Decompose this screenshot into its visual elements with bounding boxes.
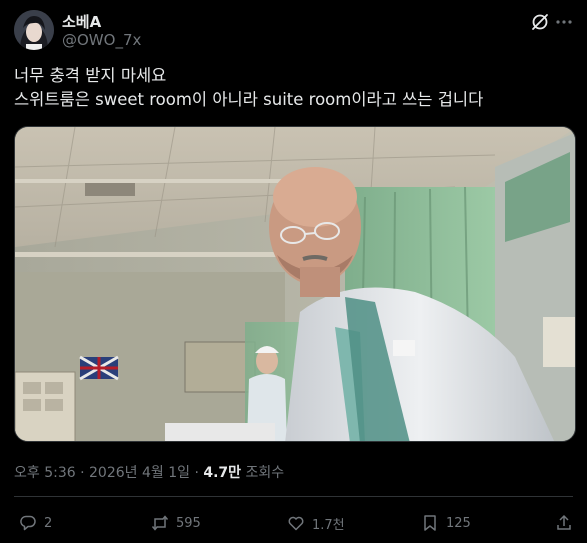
divider [14,496,573,497]
reply-count: 2 [44,515,53,531]
like-icon [288,516,304,531]
more-icon[interactable] [554,12,574,32]
reply-button[interactable]: 2 [18,508,52,538]
views-label: 조회수 [241,465,285,481]
bookmark-icon [424,515,436,531]
user-handle[interactable]: @OWO_7x [62,31,141,49]
repost-icon [151,515,169,531]
meta-separator: · [190,465,204,481]
share-icon [557,514,571,530]
tweet-media-image[interactable] [14,126,576,442]
tweet-text-line-1: 너무 충격 받지 마세요 [14,66,167,85]
tweet-header: 소베A @OWO_7x [14,10,574,54]
reply-icon [20,515,36,531]
tweet-text: 너무 충격 받지 마세요 스위트룸은 sweet room이 아니라 suite… [14,64,574,112]
display-name[interactable]: 소베A [62,11,101,32]
repost-count: 595 [176,515,201,531]
bookmark-button[interactable]: 125 [420,508,471,538]
like-count: 1.7천 [312,517,345,533]
like-button[interactable]: 1.7천 [286,508,345,538]
grok-icon[interactable] [530,12,550,32]
bookmark-count: 125 [446,515,471,531]
tweet-text-line-2: 스위트룸은 sweet room이 아니라 suite room이라고 쓰는 겁… [14,90,484,109]
repost-button[interactable]: 595 [150,508,201,538]
meta-separator: · [75,465,90,481]
tweet-time[interactable]: 오후 5:36 [14,465,76,481]
share-button[interactable] [554,508,574,538]
avatar[interactable] [14,10,54,50]
tweet-date[interactable]: 2026년 4월 1일 [89,465,190,481]
tweet-meta: 오후 5:36 · 2026년 4월 1일 · 4.7만 조회수 [14,462,284,482]
views-count: 4.7만 [203,465,242,481]
action-bar: 2 595 1.7천 125 [14,508,574,538]
